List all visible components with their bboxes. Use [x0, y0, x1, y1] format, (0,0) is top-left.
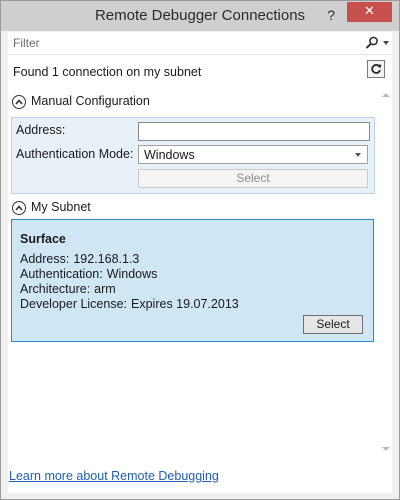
device-architecture: Architecture: arm [20, 282, 116, 296]
collapse-chevron-icon[interactable] [12, 201, 26, 215]
connections-panel: Found 1 connection on my subnet Manual C… [8, 55, 392, 493]
search-options-dropdown-icon[interactable] [383, 41, 389, 45]
device-authentication: Authentication: Windows [20, 267, 158, 281]
address-input[interactable] [138, 122, 370, 141]
auth-mode-value: Windows [144, 148, 195, 162]
auth-mode-label: Authentication Mode: [16, 147, 134, 161]
status-text: Found 1 connection on my subnet [13, 65, 202, 79]
collapse-chevron-icon[interactable] [12, 95, 26, 109]
chevron-down-icon [355, 153, 361, 157]
manual-configuration-panel: Address: Authentication Mode: Windows Se… [11, 117, 375, 194]
remote-debugger-dialog: Remote Debugger Connections ? ✕ Found 1 … [0, 0, 400, 500]
device-name: Surface [20, 232, 66, 246]
learn-more-link[interactable]: Learn more about Remote Debugging [9, 469, 219, 483]
device-developer-license: Developer License: Expires 19.07.2013 [20, 297, 239, 311]
auth-mode-select[interactable]: Windows [138, 145, 368, 164]
close-button[interactable]: ✕ [347, 2, 392, 22]
title-bar[interactable]: Remote Debugger Connections ? ✕ [1, 1, 399, 31]
search-icon[interactable] [364, 35, 380, 51]
filter-input[interactable] [8, 32, 353, 54]
device-select-button[interactable]: Select [303, 315, 363, 334]
manual-configuration-label: Manual Configuration [31, 94, 150, 108]
refresh-button[interactable] [367, 60, 385, 78]
refresh-icon [371, 64, 382, 74]
address-label: Address: [16, 123, 66, 137]
filter-bar [8, 32, 392, 55]
manual-select-button[interactable]: Select [138, 169, 368, 188]
device-address: Address: 192.168.1.3 [20, 252, 140, 266]
window-title: Remote Debugger Connections [94, 7, 306, 24]
my-subnet-label: My Subnet [31, 200, 91, 214]
scroll-down-arrow[interactable] [382, 447, 390, 451]
scroll-up-arrow[interactable] [382, 93, 390, 97]
device-card-surface[interactable]: Surface Address: 192.168.1.3 Authenticati… [11, 219, 374, 342]
help-button[interactable]: ? [327, 7, 335, 23]
